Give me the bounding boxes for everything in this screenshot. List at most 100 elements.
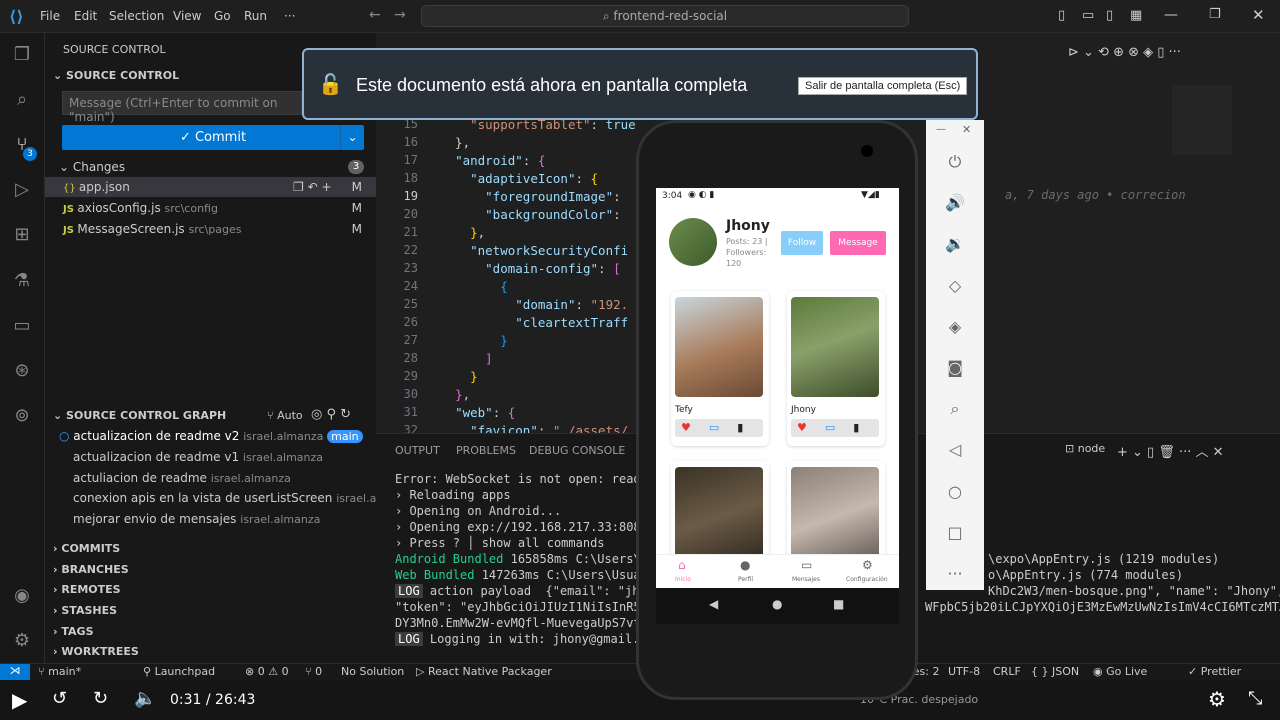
explorer-icon[interactable]: ❐: [10, 43, 34, 67]
follow-button[interactable]: Follow: [781, 231, 823, 255]
zoom-icon[interactable]: ⌕: [943, 397, 967, 421]
customize-layout-icon[interactable]: ▦: [1130, 8, 1142, 23]
changes-header[interactable]: ⌄ Changes 3: [45, 157, 376, 177]
graph-actions-icon[interactable]: ◎ ⚲ ↻: [311, 407, 351, 422]
problems-indicator[interactable]: ⊗ 0 ⚠ 0: [245, 665, 289, 678]
ports-indicator[interactable]: ⑂ 0: [305, 665, 322, 678]
message-button[interactable]: Message: [830, 231, 886, 255]
menu-go[interactable]: Go: [214, 9, 231, 23]
folder-icon[interactable]: ▭: [10, 314, 34, 338]
commit-row[interactable]: conexion apis en la vista de userListScr…: [45, 488, 376, 508]
stashes-section[interactable]: › STASHES: [45, 601, 376, 621]
volume-up-icon[interactable]: 🔊: [943, 191, 967, 215]
post-card[interactable]: Jhony ♥ ▭ ▮: [787, 291, 885, 446]
scm-section-title[interactable]: ⌄ SOURCE CONTROL: [53, 69, 179, 82]
run-debug-icon[interactable]: ▷: [10, 178, 34, 202]
nav-settings-label[interactable]: Configuración: [846, 576, 888, 583]
commit-row[interactable]: actualizacion de readme v1 israel.almanz…: [45, 447, 376, 467]
play-icon[interactable]: ▶: [12, 688, 27, 712]
messages-icon[interactable]: ▭: [801, 558, 812, 572]
bookmark-icon[interactable]: ▮: [737, 421, 743, 434]
changed-file-row[interactable]: JS axiosConfig.js src\config M: [45, 198, 376, 218]
packager-indicator[interactable]: ▷ React Native Packager: [416, 665, 552, 678]
file-actions-icon[interactable]: ❐ ↶ +: [293, 177, 332, 197]
power-icon[interactable]: ⏻: [943, 150, 967, 174]
bookmark-icon[interactable]: ▮: [853, 421, 859, 434]
prettier-indicator[interactable]: ✓ Prettier: [1188, 665, 1241, 678]
commit-message-input[interactable]: Message (Ctrl+Enter to commit on "main"): [62, 91, 302, 124]
close-window-icon[interactable]: ✕: [1252, 6, 1265, 24]
profile-icon[interactable]: ●: [740, 558, 750, 572]
search-icon[interactable]: ⌕: [10, 88, 34, 112]
terminal-selector[interactable]: ⊡ node: [1065, 442, 1105, 455]
restore-icon[interactable]: ❐: [1209, 7, 1221, 22]
tab-output[interactable]: OUTPUT: [395, 444, 440, 457]
account-icon[interactable]: ◉: [10, 584, 34, 608]
volume-down-icon[interactable]: 🔉: [943, 232, 967, 256]
branches-section[interactable]: › BRANCHES: [45, 560, 376, 580]
overview-icon[interactable]: □: [943, 521, 967, 545]
back-icon[interactable]: ◁: [943, 438, 967, 462]
nav-profile-label[interactable]: Perfil: [738, 576, 753, 583]
recents-nav-icon[interactable]: ■: [833, 597, 844, 611]
nav-home-label[interactable]: Inicio: [675, 576, 691, 583]
changed-file-row[interactable]: {} app.json ❐ ↶ + M: [45, 177, 376, 197]
post-card[interactable]: Tefy ♥ ▭ ▮: [671, 291, 769, 446]
home-nav-icon[interactable]: ●: [772, 597, 782, 611]
minimize-icon[interactable]: —: [936, 124, 946, 135]
minimize-icon[interactable]: —: [1164, 7, 1178, 23]
home-icon[interactable]: ⌂: [678, 558, 686, 572]
graph-auto-toggle[interactable]: ⑂ Auto: [267, 409, 303, 422]
menu-edit[interactable]: Edit: [74, 9, 97, 23]
toggle-sidebar-icon[interactable]: ▯: [1058, 8, 1065, 23]
minimap[interactable]: [1172, 85, 1232, 155]
forward-icon[interactable]: ↻: [93, 688, 108, 709]
remote-indicator-icon[interactable]: ⋊: [0, 664, 30, 680]
toggle-secondary-sidebar-icon[interactable]: ▯: [1106, 8, 1113, 23]
comment-icon[interactable]: ▭: [825, 421, 835, 434]
volume-icon[interactable]: 🔈: [134, 688, 156, 709]
post-photo[interactable]: [675, 467, 763, 567]
commit-button[interactable]: ✓ Commit: [62, 125, 364, 150]
commits-section[interactable]: › COMMITS: [45, 539, 376, 559]
remote-icon[interactable]: ⊚: [10, 404, 34, 428]
rotate-left-icon[interactable]: ◇: [943, 274, 967, 298]
launchpad-indicator[interactable]: ⚲ Launchpad: [143, 665, 215, 678]
forward-arrow-icon[interactable]: →: [394, 7, 406, 23]
graph-section-title[interactable]: ⌄ SOURCE CONTROL GRAPH: [53, 409, 226, 422]
git-graph-icon[interactable]: ⊛: [10, 359, 34, 383]
language-indicator[interactable]: { } JSON: [1031, 665, 1079, 678]
heart-icon[interactable]: ♥: [797, 421, 807, 434]
terminal-actions-icon[interactable]: + ⌄ ▯ 🗑 ··· ︿ ✕: [1117, 441, 1224, 460]
extensions-icon[interactable]: ⊞: [10, 223, 34, 247]
worktrees-section[interactable]: › WORKTREES: [45, 642, 376, 662]
command-center-search[interactable]: ⌕ frontend-red-social: [421, 5, 909, 27]
settings-gear-icon[interactable]: ⚙: [10, 629, 34, 653]
back-arrow-icon[interactable]: ←: [369, 7, 381, 23]
comment-icon[interactable]: ▭: [709, 421, 719, 434]
menu-selection[interactable]: Selection: [109, 9, 164, 23]
rotate-right-icon[interactable]: ◈: [943, 315, 967, 339]
eol-indicator[interactable]: CRLF: [993, 665, 1021, 678]
branch-indicator[interactable]: ⑂ main*: [38, 665, 81, 678]
menu-more[interactable]: ···: [284, 9, 295, 23]
tags-section[interactable]: › TAGS: [45, 622, 376, 642]
settings-gear-icon[interactable]: ⚙: [1208, 687, 1226, 711]
more-icon[interactable]: ···: [943, 562, 967, 586]
tab-debug-console[interactable]: DEBUG CONSOLE: [529, 444, 625, 457]
back-nav-icon[interactable]: ◀: [709, 597, 718, 611]
changed-file-row[interactable]: JS MessageScreen.js src\pages M: [45, 219, 376, 239]
editor-actions-icon[interactable]: ⊳ ⌄ ⟲ ⊕ ⊗ ◈ ▯ ···: [1068, 45, 1280, 63]
commit-row[interactable]: mejorar envio de mensajes israel.almanza: [45, 509, 376, 529]
avatar[interactable]: [669, 218, 717, 266]
commit-row[interactable]: ○ actualizacion de readme v2 israel.alma…: [45, 426, 376, 446]
golive-indicator[interactable]: ◉ Go Live: [1093, 665, 1147, 678]
settings-icon[interactable]: ⚙: [862, 558, 873, 572]
remotes-section[interactable]: › REMOTES: [45, 580, 376, 600]
fullscreen-exit-icon[interactable]: ⤡: [1248, 688, 1262, 709]
exit-fullscreen-button[interactable]: Salir de pantalla completa (Esc): [798, 77, 968, 95]
post-photo[interactable]: [791, 297, 879, 397]
testing-icon[interactable]: ⚗: [10, 269, 34, 293]
commit-row[interactable]: actuliacion de readme israel.almanza: [45, 468, 376, 488]
screenshot-icon[interactable]: ◙: [943, 356, 967, 380]
